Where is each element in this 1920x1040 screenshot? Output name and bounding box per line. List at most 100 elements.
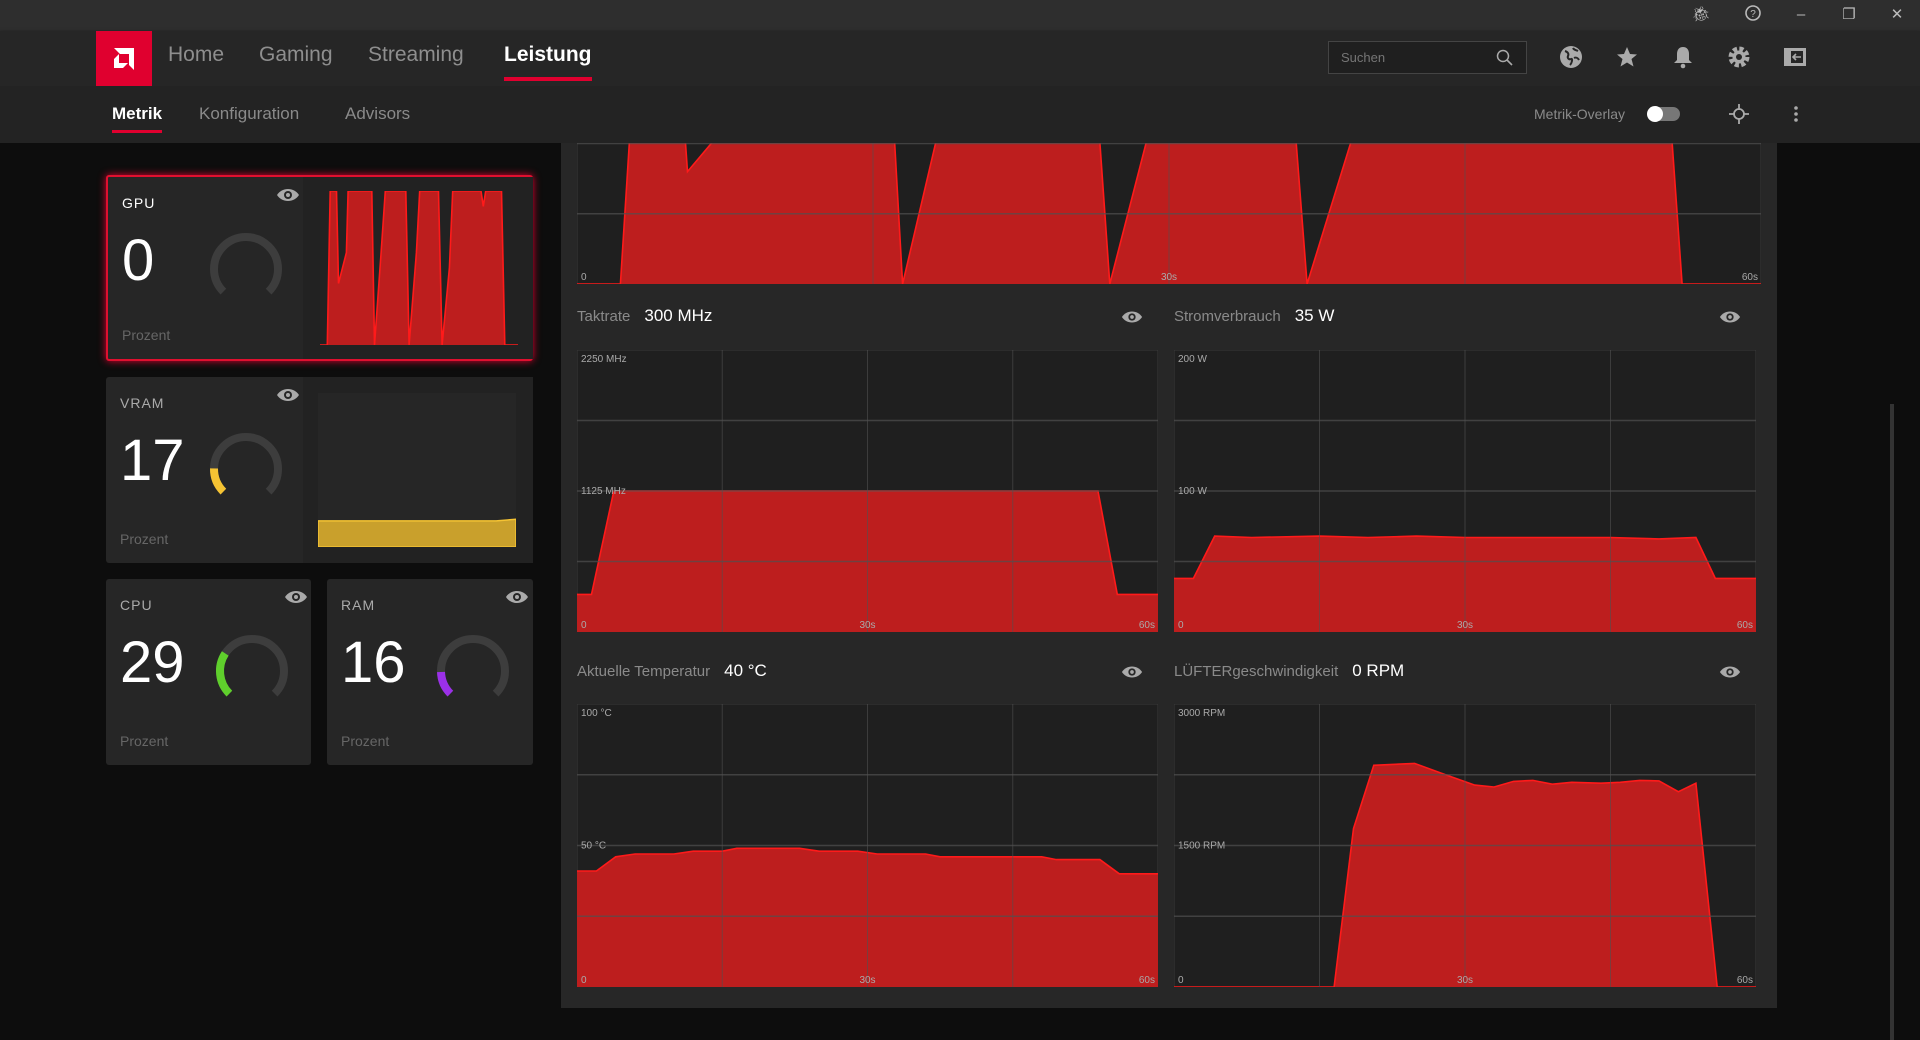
x-tick-label: 30s xyxy=(1457,975,1473,986)
toggle-knob xyxy=(1647,106,1663,122)
chart-current-value: 300 MHz xyxy=(644,306,713,325)
x-tick-label: 0 xyxy=(581,975,587,986)
metrik-overlay-label: Metrik-Overlay xyxy=(1534,106,1626,122)
charts-panel[interactable]: 0 30s 60s Taktrate 300 MHz Stromverbrauch 35… xyxy=(561,143,1777,1008)
amd-logo[interactable] xyxy=(96,31,152,86)
y-tick-label: 1500 RPM xyxy=(1178,841,1225,852)
search-input[interactable] xyxy=(1341,50,1481,65)
x-tick-label: 0 xyxy=(581,272,587,283)
main-nav: Home Gaming Streaming Leistung xyxy=(0,31,1920,86)
gauge-track xyxy=(437,635,509,697)
gpu-card[interactable]: GPU 0 Prozent xyxy=(106,175,533,361)
search-icon[interactable] xyxy=(1496,49,1514,67)
chart-current-value: 35 W xyxy=(1294,306,1335,325)
help-icon[interactable]: ? xyxy=(1738,4,1768,26)
eye-icon[interactable] xyxy=(1719,309,1741,325)
vram-card[interactable]: VRAM 17 Prozent xyxy=(106,377,533,563)
card-value: 0 xyxy=(122,228,155,293)
tab-advisors[interactable]: Advisors xyxy=(345,104,410,124)
close-icon[interactable]: ✕ xyxy=(1882,4,1912,26)
tab-metrik[interactable]: Metrik xyxy=(112,104,163,133)
power-chart: 200 W 100 W 0 30s 60s xyxy=(1174,350,1756,632)
x-tick-label: 0 xyxy=(1178,975,1184,986)
x-tick-label: 60s xyxy=(1742,272,1758,283)
x-tick-label: 60s xyxy=(1139,620,1155,631)
card-unit: Prozent xyxy=(341,733,390,749)
y-tick-label: 2250 MHz xyxy=(581,354,627,365)
chart-current-value: 40 °C xyxy=(724,661,767,680)
bug-report-icon[interactable]: 🐞︎ xyxy=(1686,4,1716,26)
chart-title: Stromverbrauch xyxy=(1174,308,1281,325)
metrik-overlay-toggle[interactable] xyxy=(1647,106,1680,122)
bell-icon[interactable] xyxy=(1670,44,1700,74)
vram-sparkline xyxy=(318,393,516,547)
globe-icon[interactable] xyxy=(1558,44,1588,74)
gauge-fill xyxy=(216,651,233,697)
chart-title: LÜFTERgeschwindigkeit xyxy=(1174,663,1339,680)
crosshair-icon[interactable] xyxy=(1728,103,1750,130)
y-tick-label: 3000 RPM xyxy=(1178,708,1225,719)
fan-header: LÜFTERgeschwindigkeit 0 RPM xyxy=(1174,661,1404,681)
chart-title: Taktrate xyxy=(577,308,631,325)
card-value: 17 xyxy=(120,428,185,493)
tab-label: Leistung xyxy=(504,43,592,66)
card-unit: Prozent xyxy=(122,327,171,343)
tab-leistung[interactable]: Leistung xyxy=(504,43,592,81)
gpu-sparkline xyxy=(320,191,518,345)
gauge-track xyxy=(210,433,282,495)
tab-konfiguration[interactable]: Konfiguration xyxy=(199,104,299,124)
x-tick-label: 30s xyxy=(859,620,875,631)
vram-gauge xyxy=(210,433,282,495)
eye-icon[interactable] xyxy=(1719,664,1741,680)
x-tick-label: 60s xyxy=(1737,975,1753,986)
tab-label: Metrik xyxy=(112,104,163,123)
x-tick-label: 30s xyxy=(1457,620,1473,631)
x-tick-label: 0 xyxy=(581,620,587,631)
search-box[interactable] xyxy=(1328,41,1527,74)
x-tick-label: 30s xyxy=(859,975,875,986)
temperature-chart: 100 °C 50 °C 0 30s 60s xyxy=(577,704,1158,987)
sub-nav: Metrik Konfiguration Advisors Metrik-Ove… xyxy=(0,86,1920,143)
eye-icon[interactable] xyxy=(1121,309,1143,325)
cpu-card[interactable]: CPU 29 Prozent xyxy=(106,579,311,765)
sidebar-toggle-icon[interactable] xyxy=(1782,44,1812,74)
ram-card[interactable]: RAM 16 Prozent xyxy=(327,579,533,765)
scrollbar[interactable] xyxy=(1890,404,1894,1040)
fan-speed-chart: 3000 RPM 1500 RPM 0 30s 60s xyxy=(1174,704,1756,987)
y-tick-label: 100 W xyxy=(1178,486,1207,497)
card-value: 16 xyxy=(341,630,406,695)
eye-icon[interactable] xyxy=(505,589,529,605)
minimize-icon[interactable]: – xyxy=(1786,4,1816,26)
gauge-track xyxy=(216,635,288,697)
title-bar: 🐞︎ ? – ❐ ✕ xyxy=(0,0,1920,31)
gauge-fill xyxy=(210,468,227,495)
y-tick-label: 200 W xyxy=(1178,354,1207,365)
star-icon[interactable] xyxy=(1614,44,1644,74)
vram-sparkline-area xyxy=(318,518,516,547)
tab-home[interactable]: Home xyxy=(168,43,224,67)
card-label: GPU xyxy=(122,195,156,211)
tab-gaming[interactable]: Gaming xyxy=(259,43,333,67)
gauge-track xyxy=(210,233,282,295)
card-unit: Prozent xyxy=(120,531,169,547)
x-tick-label: 60s xyxy=(1737,620,1753,631)
y-tick-label: 50 °C xyxy=(581,841,606,852)
gpu-usage-chart: 0 30s 60s xyxy=(577,143,1761,284)
eye-icon[interactable] xyxy=(276,387,300,403)
eye-icon[interactable] xyxy=(284,589,308,605)
y-tick-label: 100 °C xyxy=(581,708,612,719)
clock-header: Taktrate 300 MHz xyxy=(577,306,712,326)
eye-icon[interactable] xyxy=(276,187,300,203)
power-header: Stromverbrauch 35 W xyxy=(1174,306,1334,326)
restore-icon[interactable]: ❐ xyxy=(1834,4,1864,26)
gear-icon[interactable] xyxy=(1726,44,1756,74)
tab-streaming[interactable]: Streaming xyxy=(368,43,464,67)
cpu-gauge xyxy=(216,635,288,697)
card-unit: Prozent xyxy=(120,733,169,749)
x-tick-label: 30s xyxy=(1161,272,1177,283)
card-label: VRAM xyxy=(120,395,165,411)
eye-icon[interactable] xyxy=(1121,664,1143,680)
temperature-header: Aktuelle Temperatur 40 °C xyxy=(577,661,767,681)
more-options-icon[interactable] xyxy=(1790,103,1802,130)
y-tick-label: 1125 MHz xyxy=(581,486,626,497)
